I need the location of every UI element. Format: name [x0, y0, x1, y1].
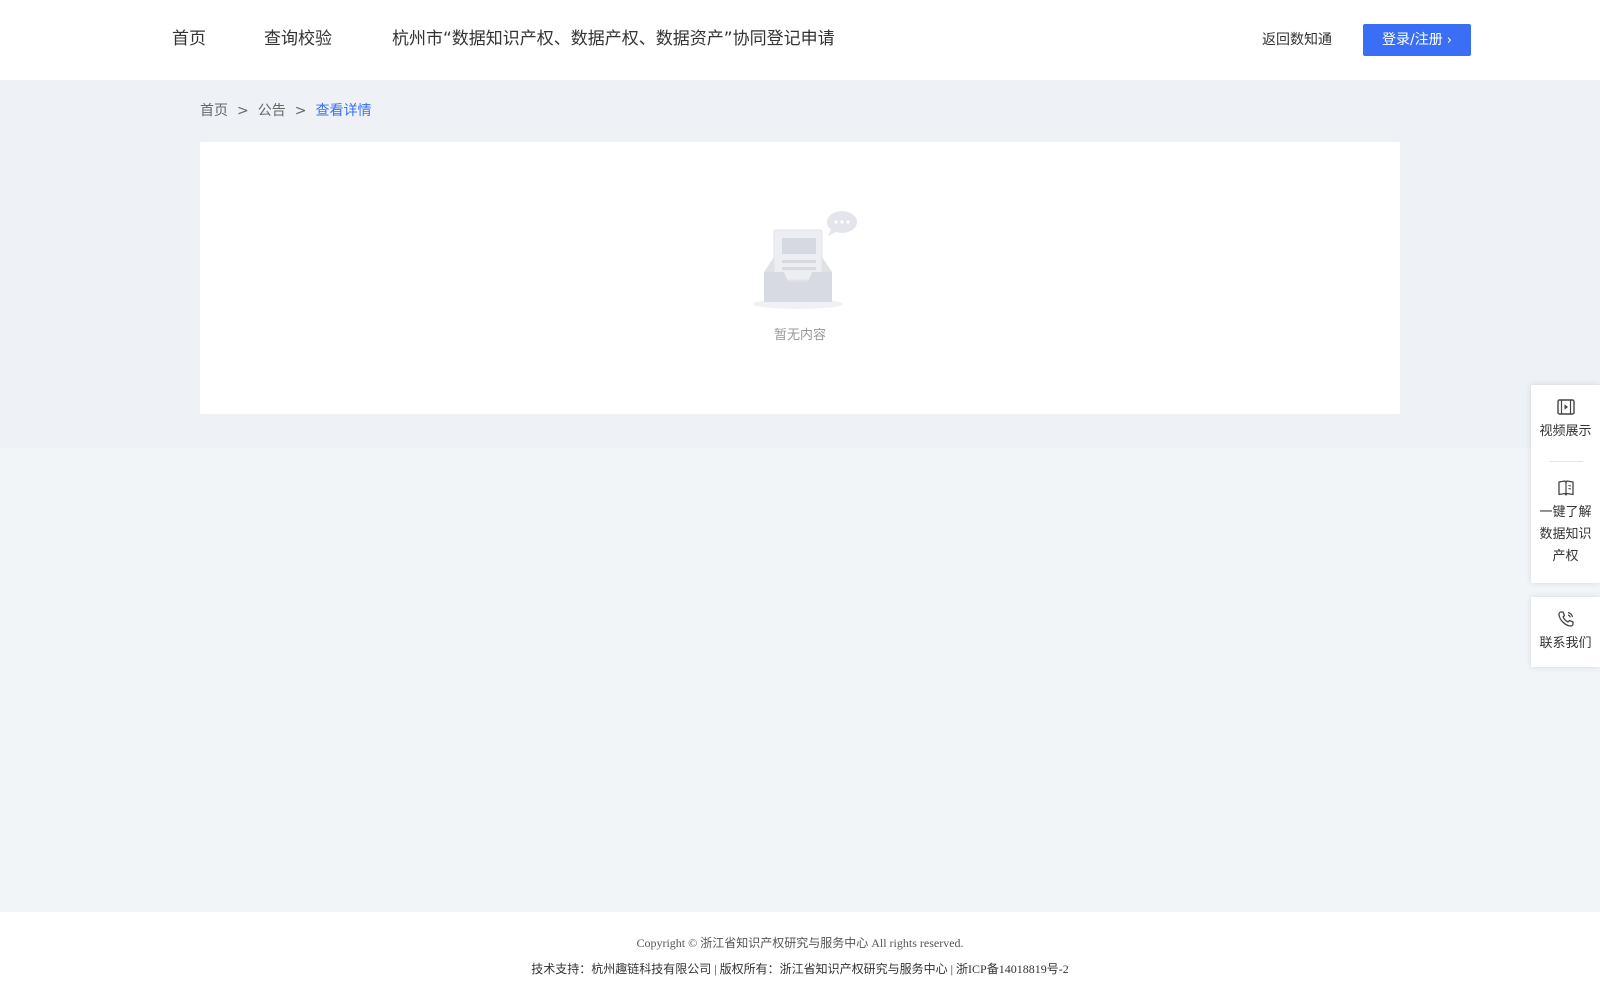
- empty-state-text: 暂无内容: [773, 328, 826, 343]
- learn-label-line3: 产权: [1552, 549, 1579, 564]
- chevron-right-icon: ›: [1446, 33, 1452, 48]
- floating-tools-panel: 视频展示 一键了解 数据知识 产权: [1531, 385, 1600, 583]
- footer-copyright: Copyright © 浙江省知识产权研究与服务中心 All rights re…: [636, 936, 964, 950]
- top-header: 首页 查询校验 杭州市“数据知识产权、数据产权、数据资产”协同登记申请 返回数知…: [0, 0, 1600, 80]
- nav-registration-apply[interactable]: 杭州市“数据知识产权、数据产权、数据资产”协同登记申请: [392, 26, 835, 52]
- learn-label-line2: 数据知识: [1539, 527, 1592, 542]
- back-to-portal-link[interactable]: 返回数知通: [1262, 30, 1332, 50]
- contact-us-button[interactable]: 联系我们: [1531, 597, 1600, 667]
- breadcrumb-current: 查看详情: [315, 103, 372, 119]
- book-icon: [1557, 480, 1574, 496]
- footer-support-info: 技术支持：杭州趣链科技有限公司 | 版权所有：浙江省知识产权研究与服务中心 | …: [531, 962, 1069, 976]
- contact-us-label: 联系我们: [1539, 636, 1592, 651]
- video-icon: [1556, 399, 1575, 415]
- breadcrumb-separator: >: [294, 103, 307, 119]
- phone-icon: [1557, 611, 1574, 627]
- empty-inbox-icon: [753, 211, 857, 309]
- breadcrumb-separator: >: [237, 103, 249, 119]
- learn-label-line1: 一键了解: [1539, 505, 1592, 520]
- learn-data-ip-button[interactable]: 一键了解 数据知识 产权: [1531, 462, 1600, 582]
- nav-query-verify[interactable]: 查询校验: [264, 26, 332, 52]
- breadcrumb-home[interactable]: 首页: [200, 103, 228, 119]
- nav-home[interactable]: 首页: [172, 26, 206, 52]
- video-showcase-label: 视频展示: [1539, 424, 1592, 439]
- breadcrumb-notice[interactable]: 公告: [258, 103, 286, 119]
- page-footer: Copyright © 浙江省知识产权研究与服务中心 All rights re…: [0, 912, 1600, 1000]
- breadcrumb: 首页 > 公告 > 查看详情: [200, 100, 371, 122]
- contact-panel: 联系我们: [1531, 597, 1600, 667]
- video-showcase-button[interactable]: 视频展示: [1531, 385, 1600, 461]
- detail-card: 暂无内容: [200, 142, 1400, 414]
- login-register-label: 登录/注册: [1382, 32, 1443, 48]
- login-register-button[interactable]: 登录/注册 ›: [1363, 24, 1471, 56]
